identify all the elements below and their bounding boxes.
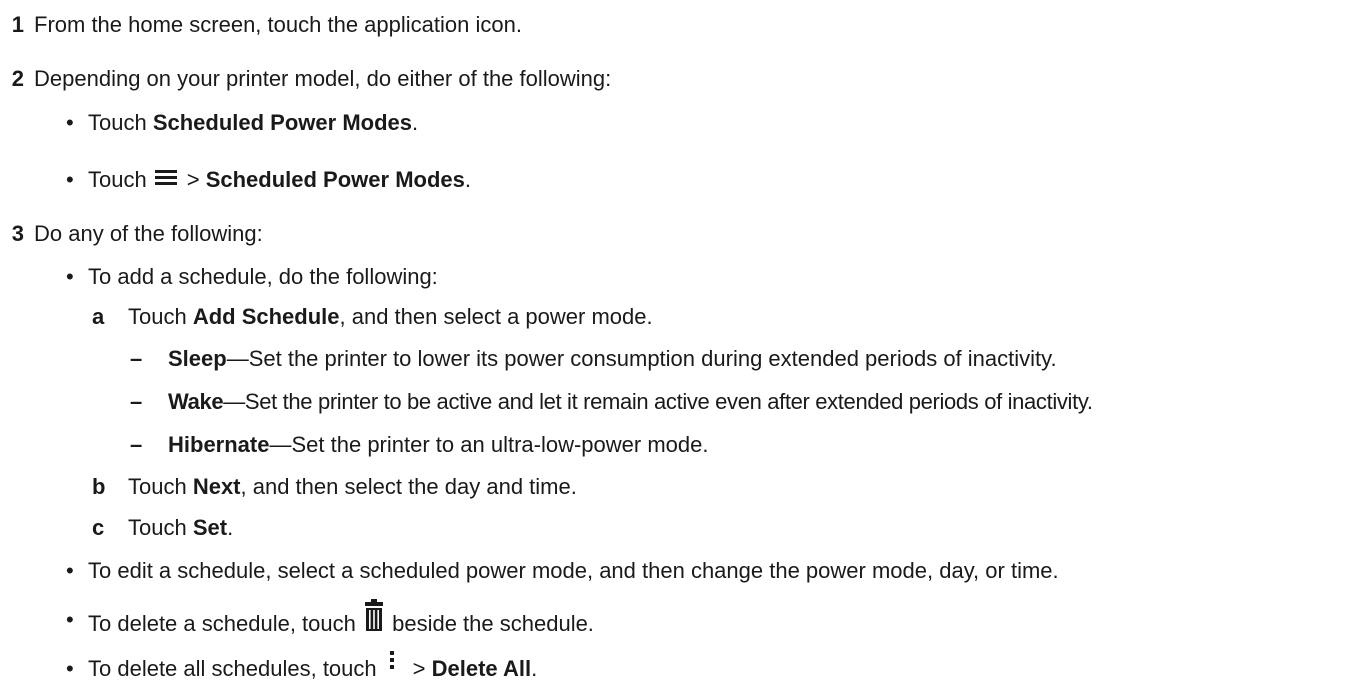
bullet-text: Touch > Scheduled Power Modes. — [88, 167, 471, 192]
menu-item-name: Set — [192, 515, 228, 540]
menu-item-name: Add Schedule — [192, 304, 340, 329]
step-text: Depending on your printer model, do eith… — [34, 66, 612, 91]
menu-item-name: Scheduled Power Modes — [152, 110, 412, 135]
substep-letter: a — [92, 304, 105, 329]
trash-icon — [364, 599, 384, 639]
step-number: 3 — [11, 221, 24, 246]
bullet: • — [66, 607, 74, 632]
mode-text: Hibernate—Set the printer to an ultra-lo… — [168, 432, 709, 457]
step-number: 2 — [11, 66, 24, 91]
bullet-text: Touch Scheduled Power Modes. — [88, 110, 419, 135]
step-text: From the home screen, touch the applicat… — [34, 12, 522, 37]
substep-letter: c — [92, 515, 105, 540]
bullet: • — [66, 264, 74, 289]
bullet: • — [66, 656, 74, 681]
substep-text: Touch Set. — [128, 515, 234, 540]
menu-icon — [154, 170, 177, 186]
step-text: Do any of the following: — [34, 221, 263, 246]
menu-item-name: Scheduled Power Modes — [205, 167, 465, 192]
bullet-text: To edit a schedule, select a scheduled p… — [88, 558, 1059, 583]
menu-item-name: Next — [192, 474, 241, 499]
bullet: • — [66, 167, 74, 192]
bullet-text: To delete all schedules, touch > Delete A… — [88, 651, 537, 685]
step-number: 1 — [11, 12, 24, 37]
bullet: • — [66, 110, 74, 135]
substep-letter: b — [92, 474, 106, 499]
dash: – — [130, 346, 143, 371]
mode-text: Wake—Set the printer to be active and le… — [168, 389, 1093, 414]
mode-text: Sleep—Set the printer to lower its power… — [168, 346, 1057, 371]
dash: – — [130, 389, 143, 414]
substep-text: Touch Next, and then select the day and … — [128, 474, 577, 499]
bullet-text: To add a schedule, do the following: — [88, 264, 438, 289]
bullet: • — [66, 558, 74, 583]
dash: – — [130, 432, 143, 457]
substep-text: Touch Add Schedule, and then select a po… — [128, 304, 653, 329]
bullet-text: To delete a schedule, touch beside the s… — [88, 599, 594, 645]
more-vertical-icon — [389, 649, 395, 679]
menu-item-name: Delete All — [431, 656, 532, 681]
